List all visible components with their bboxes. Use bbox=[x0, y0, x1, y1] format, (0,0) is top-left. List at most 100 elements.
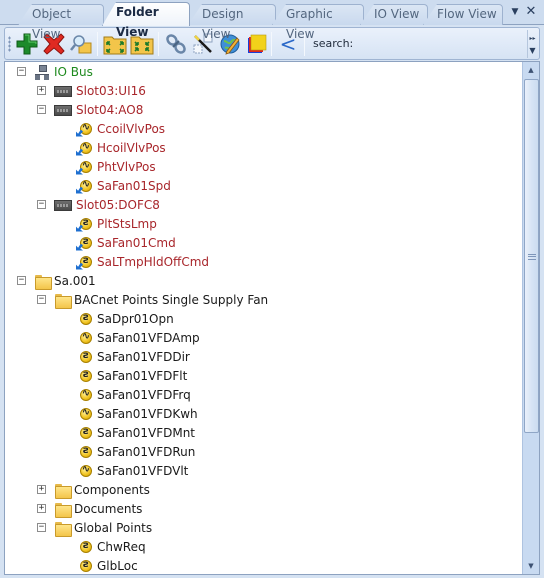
tree-node[interactable]: ∿ SaFan01VFDFrq bbox=[77, 385, 191, 404]
folder-view-window: Object View Design View Graphic View IO … bbox=[0, 0, 544, 578]
overflow-chevron-icon: ▸▸ bbox=[529, 35, 536, 42]
vertical-scrollbar[interactable]: ▲ ▼ bbox=[522, 62, 539, 574]
collapse-toggle-icon[interactable]: − bbox=[37, 200, 46, 209]
tree-node-label: PltStsLmp bbox=[97, 216, 157, 231]
tree-node[interactable]: + Components bbox=[37, 480, 150, 499]
find-button[interactable] bbox=[68, 31, 94, 57]
thumb-grip-icon bbox=[528, 254, 536, 260]
tab-io-view[interactable]: IO View bbox=[360, 4, 428, 25]
scrollbar-thumb[interactable] bbox=[524, 79, 539, 433]
tree-node[interactable]: ƨ SaFan01VFDDir bbox=[77, 347, 190, 366]
toolbar: < search: ▸▸ ▼ bbox=[4, 27, 540, 60]
sticky-note-icon bbox=[248, 34, 267, 53]
tree-node-label: Slot03:UI16 bbox=[76, 83, 146, 98]
binary-point-icon: ƨ bbox=[77, 311, 93, 327]
tree-node-label: Sa.001 bbox=[54, 273, 96, 288]
expand-toggle-icon[interactable]: + bbox=[37, 485, 46, 494]
analog-point-icon: ∿ bbox=[76, 140, 93, 156]
tree-node[interactable]: ƨ GlbLoc bbox=[77, 556, 138, 574]
tree-node-label: SaFan01VFDMnt bbox=[97, 425, 196, 440]
sine-wave-icon: ∿ bbox=[81, 463, 91, 475]
step-wave-icon: ƨ bbox=[83, 539, 89, 551]
tree-node[interactable]: ∿ SaFan01Spd bbox=[76, 176, 171, 195]
binary-point-icon: ƨ bbox=[76, 216, 93, 232]
tree-node[interactable]: ∿ PhtVlvPos bbox=[76, 157, 156, 176]
analog-point-icon: ∿ bbox=[76, 159, 93, 175]
step-wave-icon: ƨ bbox=[83, 311, 89, 323]
tab-graphic-view[interactable]: Graphic View bbox=[272, 4, 364, 41]
tab-flow-view[interactable]: Flow View bbox=[423, 4, 503, 25]
tree-node-label: SaFan01VFDKwh bbox=[97, 406, 198, 421]
tree-node-label: SaFan01Cmd bbox=[97, 235, 176, 250]
tree-node[interactable]: − Sa.001 bbox=[17, 271, 96, 290]
tree-node-label: SaFan01VFDFrq bbox=[97, 387, 191, 402]
tree-node-label: Components bbox=[74, 482, 150, 497]
expand-toggle-icon[interactable]: + bbox=[37, 504, 46, 513]
scroll-down-arrow-icon[interactable]: ▼ bbox=[523, 558, 539, 574]
tree-node-label: Documents bbox=[74, 501, 143, 516]
tree-node[interactable]: ƨ PltStsLmp bbox=[76, 214, 157, 233]
tree-node[interactable]: − IO Bus bbox=[17, 62, 93, 81]
tree-node[interactable]: + Documents bbox=[37, 499, 143, 518]
collapse-toggle-icon[interactable]: − bbox=[17, 67, 26, 76]
folder-icon bbox=[54, 520, 72, 537]
tree-node[interactable]: − Slot05:DOFC8 bbox=[37, 195, 160, 214]
tab-label: Flow View bbox=[437, 7, 497, 21]
tree-node[interactable]: ∿ SaFan01VFDVlt bbox=[77, 461, 188, 480]
binary-point-icon: ƨ bbox=[77, 444, 93, 460]
tree-node[interactable]: ∿ CcoilVlvPos bbox=[76, 119, 166, 138]
tree-node-label: SaLTmpHldOffCmd bbox=[97, 254, 210, 269]
sine-wave-icon: ∿ bbox=[81, 330, 91, 342]
io-module-icon bbox=[54, 86, 72, 97]
tree-node[interactable]: ƨ SaLTmpHldOffCmd bbox=[76, 252, 210, 271]
collapse-toggle-icon[interactable]: − bbox=[17, 276, 26, 285]
tab-menu-dropdown-icon[interactable]: ▼ bbox=[508, 5, 522, 19]
tree-node[interactable]: ƨ SaDpr01Opn bbox=[77, 309, 174, 328]
tree-node[interactable]: − BACnet Points Single Supply Fan bbox=[37, 290, 268, 309]
tree-node-label: CcoilVlvPos bbox=[97, 121, 166, 136]
tree-node[interactable]: ∿ SaFan01VFDKwh bbox=[77, 404, 198, 423]
close-icon[interactable]: ✕ bbox=[524, 4, 538, 20]
toolbar-overflow-button[interactable]: ▸▸ ▼ bbox=[527, 30, 537, 58]
view-tab-bar: Object View Design View Graphic View IO … bbox=[0, 0, 544, 41]
tree-node-label: SaFan01VFDFlt bbox=[97, 368, 188, 383]
tree-node-label: HcoilVlvPos bbox=[97, 140, 166, 155]
tree-node-label: SaDpr01Opn bbox=[97, 311, 174, 326]
network-icon bbox=[34, 64, 50, 80]
tree-node[interactable]: ƨ SaFan01VFDFlt bbox=[77, 366, 187, 385]
tree-node[interactable]: ƨ SaFan01VFDMnt bbox=[77, 423, 195, 442]
link-button[interactable] bbox=[163, 31, 189, 57]
tree-node-label: SaFan01VFDRun bbox=[97, 444, 196, 459]
binary-point-icon: ƨ bbox=[76, 254, 93, 270]
folder-tree: − IO Bus + Slot03:UI16 − Slot04:AO8 ∿ CcoilVlvP… bbox=[5, 62, 521, 574]
binary-point-icon: ƨ bbox=[77, 425, 93, 441]
tree-node[interactable]: ƨ ChwReq bbox=[77, 537, 146, 556]
overflow-dropdown-icon: ▼ bbox=[529, 46, 536, 55]
tree-node[interactable]: ƨ SaFan01Cmd bbox=[76, 233, 176, 252]
tree-node[interactable]: ∿ HcoilVlvPos bbox=[76, 138, 166, 157]
expand-toggle-icon[interactable]: + bbox=[37, 86, 46, 95]
tree-node[interactable]: + Slot03:UI16 bbox=[37, 81, 146, 100]
tree-node-label: SaFan01VFDVlt bbox=[97, 463, 189, 478]
folder-tree-panel: − IO Bus + Slot03:UI16 − Slot04:AO8 ∿ CcoilVlvP… bbox=[4, 61, 540, 575]
tree-node[interactable]: − Global Points bbox=[37, 518, 152, 537]
sine-wave-icon: ∿ bbox=[81, 387, 91, 399]
collapse-toggle-icon[interactable]: − bbox=[37, 105, 46, 114]
sine-wave-icon: ∿ bbox=[81, 406, 91, 418]
note-button[interactable] bbox=[244, 31, 270, 57]
tab-design-view[interactable]: Design View bbox=[188, 4, 276, 41]
tree-node-label: SaFan01VFDDir bbox=[97, 349, 190, 364]
tab-label: IO View bbox=[374, 7, 420, 21]
tree-node[interactable]: ƨ SaFan01VFDRun bbox=[77, 442, 195, 461]
toolbar-grip[interactable] bbox=[8, 36, 11, 52]
scroll-up-arrow-icon[interactable]: ▲ bbox=[523, 62, 539, 78]
tree-node[interactable]: − Slot04:AO8 bbox=[37, 100, 143, 119]
tab-object-view[interactable]: Object View bbox=[18, 4, 104, 41]
search-input[interactable] bbox=[355, 32, 515, 56]
tree-node[interactable]: ∿ SaFan01VFDAmp bbox=[77, 328, 200, 347]
tree-node-label: SaFan01VFDAmp bbox=[97, 330, 200, 345]
tab-folder-view[interactable]: Folder View bbox=[102, 2, 190, 39]
step-wave-icon: ƨ bbox=[83, 425, 89, 437]
collapse-toggle-icon[interactable]: − bbox=[37, 523, 46, 532]
collapse-toggle-icon[interactable]: − bbox=[37, 295, 46, 304]
